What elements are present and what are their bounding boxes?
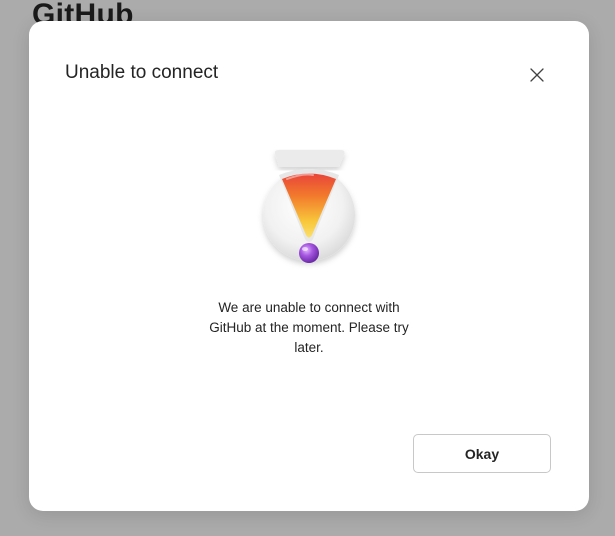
- dialog-title: Unable to connect: [65, 62, 219, 83]
- warning-exclamation-icon: [257, 149, 361, 273]
- error-message: We are unable to connect with GitHub at …: [209, 300, 409, 355]
- okay-button[interactable]: Okay: [413, 434, 551, 473]
- close-icon: [530, 68, 544, 82]
- error-dialog: Unable to connect We are unable to conne…: [29, 21, 589, 511]
- close-button[interactable]: [523, 61, 551, 89]
